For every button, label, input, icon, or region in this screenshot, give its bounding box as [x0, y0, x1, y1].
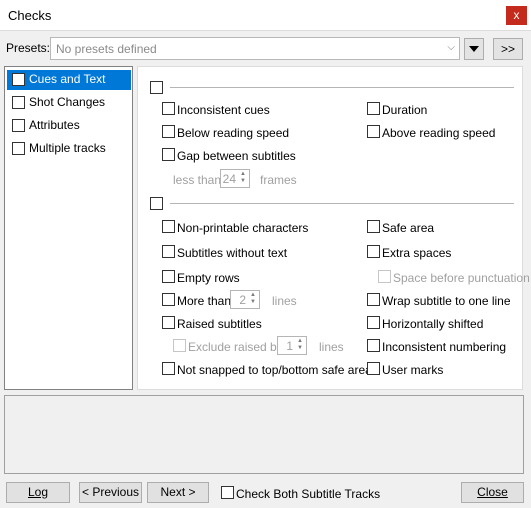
spinner-arrows-icon[interactable]: ▲ ▼: [238, 171, 248, 186]
space-before-punctuation-checkbox[interactable]: [378, 270, 391, 283]
tree-checkbox[interactable]: [12, 73, 25, 86]
safe-area-checkbox[interactable]: [367, 220, 380, 233]
above-reading-speed-checkbox[interactable]: [367, 125, 380, 138]
group-divider: [170, 87, 514, 88]
tree-item-label: Cues and Text: [29, 72, 106, 86]
title-bar: Checks x: [0, 0, 531, 31]
without-text-checkbox[interactable]: [162, 245, 175, 258]
frames-unit-label: frames: [260, 173, 297, 187]
duration-label: Duration: [382, 103, 428, 117]
tree-item-shot-changes[interactable]: Shot Changes: [7, 93, 131, 113]
checks-panel: Inconsistent cues Duration Below reading…: [137, 66, 530, 390]
safe-area-label: Safe area: [382, 221, 435, 235]
presets-more-button[interactable]: >>: [493, 38, 523, 60]
inconsistent-cues-checkbox[interactable]: [162, 102, 175, 115]
horizontally-shifted-label: Horizontally shifted: [382, 317, 484, 331]
exclude-raised-checkbox[interactable]: [173, 339, 186, 352]
gap-frames-spinner[interactable]: 24 ▲ ▼: [220, 169, 250, 188]
text-group-checkbox[interactable]: [150, 197, 163, 210]
user-marks-checkbox[interactable]: [367, 362, 380, 375]
empty-rows-checkbox[interactable]: [162, 270, 175, 283]
extra-spaces-label: Extra spaces: [382, 246, 452, 260]
tree-checkbox[interactable]: [12, 96, 25, 109]
previous-button[interactable]: < Previous: [79, 482, 142, 503]
more-than-lines-value: 2: [239, 293, 246, 307]
group-divider: [170, 203, 514, 204]
spinner-arrows-icon[interactable]: ▲ ▼: [248, 292, 258, 307]
log-button-label: Log: [27, 485, 49, 499]
gap-between-subtitles-label: Gap between subtitles: [177, 149, 296, 163]
raised-subtitles-label: Raised subtitles: [177, 317, 262, 331]
tree-item-multiple-tracks[interactable]: Multiple tracks: [7, 139, 131, 159]
check-both-tracks-checkbox[interactable]: [221, 486, 234, 499]
exclude-lines-unit-label: lines: [319, 340, 344, 354]
raised-subtitles-checkbox[interactable]: [162, 316, 175, 329]
gap-between-subtitles-checkbox[interactable]: [162, 148, 175, 161]
presets-label: Presets:: [6, 41, 51, 55]
presets-menu-button[interactable]: [464, 38, 484, 60]
triangle-down-icon: [469, 46, 479, 52]
more-than-lines-spinner[interactable]: 2 ▲ ▼: [230, 290, 260, 309]
spinner-arrows-icon[interactable]: ▲ ▼: [295, 338, 305, 353]
previous-button-label: < Previous: [81, 485, 140, 499]
chevron-down-icon: ⌵: [447, 42, 455, 53]
close-window-button[interactable]: x: [506, 6, 527, 25]
below-reading-speed-label: Below reading speed: [177, 126, 290, 140]
empty-rows-label: Empty rows: [177, 271, 240, 285]
cues-group-checkbox[interactable]: [150, 81, 163, 94]
horizontally-shifted-checkbox[interactable]: [367, 316, 380, 329]
not-snapped-label: Not snapped to top/bottom safe area: [177, 363, 372, 377]
user-marks-label: User marks: [382, 363, 444, 377]
tree-checkbox[interactable]: [12, 119, 25, 132]
close-button-label: Close: [477, 485, 508, 499]
tree-item-cues-and-text[interactable]: Cues and Text: [7, 70, 131, 90]
wrap-one-line-label: Wrap subtitle to one line: [382, 294, 511, 308]
next-button[interactable]: Next >: [147, 482, 209, 503]
below-reading-speed-checkbox[interactable]: [162, 125, 175, 138]
more-than-checkbox[interactable]: [162, 293, 175, 306]
close-button[interactable]: Close: [461, 482, 524, 503]
exclude-raised-label: Exclude raised by: [188, 340, 283, 354]
more-than-label: More than: [177, 294, 232, 308]
check-both-tracks-label: Check Both Subtitle Tracks: [236, 487, 381, 501]
duration-checkbox[interactable]: [367, 102, 380, 115]
presets-combo[interactable]: No presets defined ⌵: [50, 37, 460, 60]
tree-checkbox[interactable]: [12, 142, 25, 155]
window-title: Checks: [8, 8, 52, 23]
inconsistent-cues-label: Inconsistent cues: [177, 103, 270, 117]
inconsistent-numbering-checkbox[interactable]: [367, 339, 380, 352]
above-reading-speed-label: Above reading speed: [382, 126, 496, 140]
tree-item-label: Attributes: [29, 118, 80, 132]
non-printable-checkbox[interactable]: [162, 220, 175, 233]
space-before-punctuation-label: Space before punctuation: [393, 271, 530, 285]
without-text-label: Subtitles without text: [177, 246, 288, 260]
tree-item-label: Shot Changes: [29, 95, 106, 109]
log-output-area[interactable]: [4, 395, 524, 474]
category-tree: Cues and Text Shot Changes Attributes Mu…: [4, 66, 133, 390]
exclude-raised-value: 1: [286, 339, 293, 353]
not-snapped-checkbox[interactable]: [162, 362, 175, 375]
wrap-one-line-checkbox[interactable]: [367, 293, 380, 306]
log-button[interactable]: Log: [6, 482, 70, 503]
tree-item-attributes[interactable]: Attributes: [7, 116, 131, 136]
gap-frames-value: 24: [222, 172, 236, 186]
exclude-raised-spinner[interactable]: 1 ▲ ▼: [277, 336, 307, 355]
lines-unit-label: lines: [272, 294, 297, 308]
extra-spaces-checkbox[interactable]: [367, 245, 380, 258]
non-printable-label: Non-printable characters: [177, 221, 309, 235]
presets-value: No presets defined: [56, 42, 157, 56]
inconsistent-numbering-label: Inconsistent numbering: [382, 340, 507, 354]
less-than-label: less than: [173, 173, 222, 187]
tree-item-label: Multiple tracks: [29, 141, 106, 155]
next-button-label: Next >: [160, 485, 196, 499]
